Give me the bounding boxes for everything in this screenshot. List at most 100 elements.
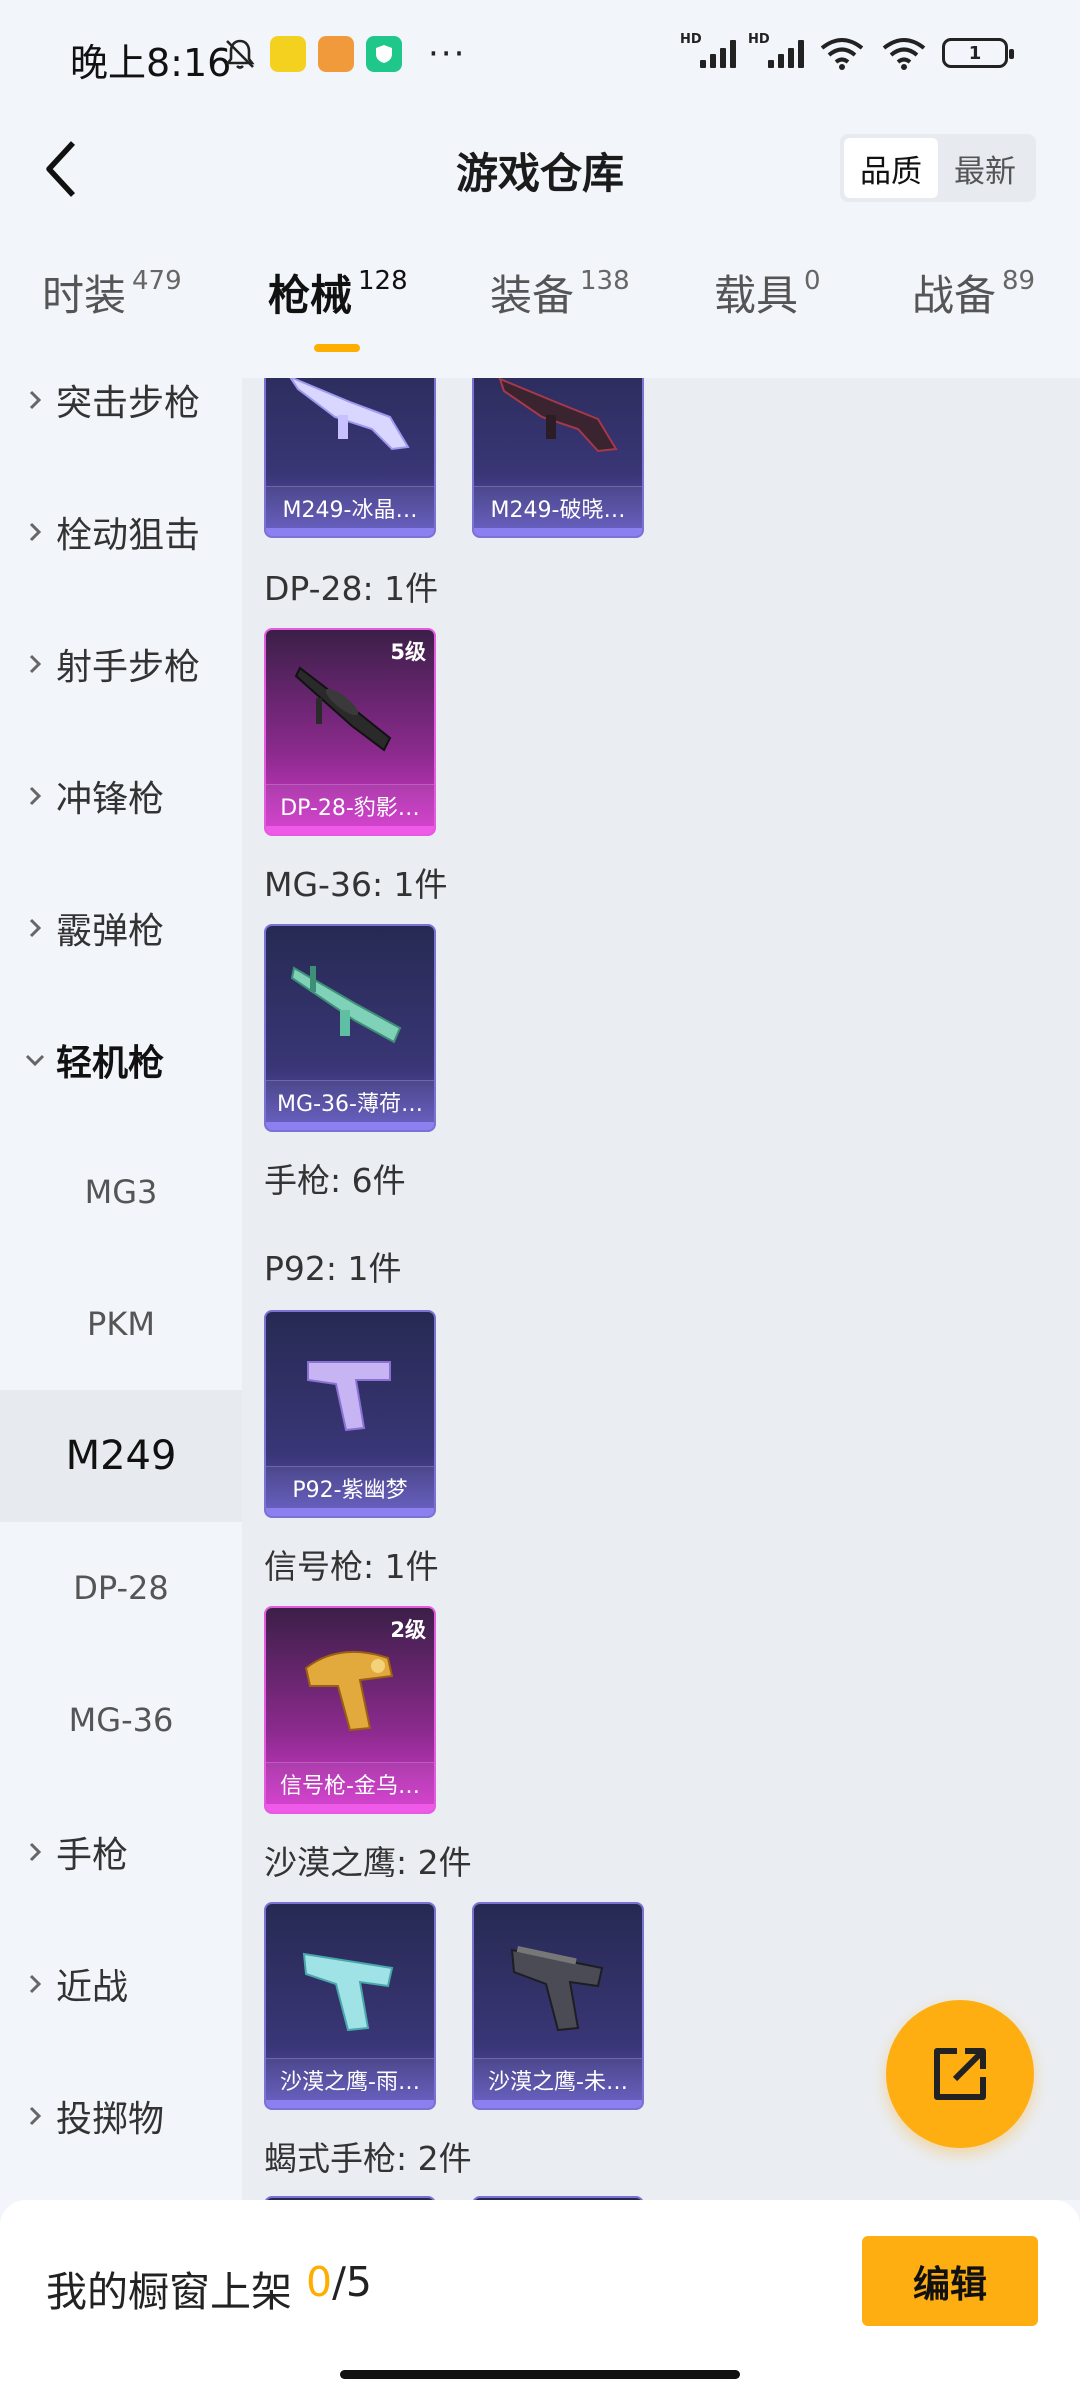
sidebar-item-label: 射手步枪 xyxy=(56,647,201,688)
sidebar-subitem-mg3[interactable]: MG3 xyxy=(0,1126,242,1258)
edit-button[interactable]: 编辑 xyxy=(862,2236,1038,2326)
section-title-pistol: 手枪: 6件 xyxy=(264,1161,406,1200)
chevron-right-icon xyxy=(20,917,50,939)
sidebar-item-label: 近战 xyxy=(56,1967,129,2008)
chevron-right-icon xyxy=(20,785,50,807)
status-icons-right: HD HD 1 xyxy=(680,32,1014,70)
item-card-name: MG-36-薄荷… xyxy=(266,1080,434,1122)
sidebar-subitem-pkm[interactable]: PKM xyxy=(0,1258,242,1390)
item-card-name: M249-冰晶… xyxy=(266,486,434,528)
section-title-p92: P92: 1件 xyxy=(264,1249,402,1288)
tab-label: 时装 xyxy=(42,271,127,320)
section-title-scorpion-pistol: 蝎式手枪: 2件 xyxy=(264,2139,472,2178)
tab-count: 138 xyxy=(580,266,630,296)
item-card-m249-ice[interactable]: M249-冰晶… xyxy=(264,378,436,538)
sidebar-item-label: 手枪 xyxy=(56,1835,129,1876)
sort-toggle: 品质 最新 xyxy=(840,134,1036,202)
item-card-desert-eagle-rain[interactable]: 沙漠之鹰-雨… xyxy=(264,1902,436,2110)
sidebar-subitem-dp28[interactable]: DP-28 xyxy=(0,1522,242,1654)
tab-vehicles[interactable]: 载具 0 xyxy=(714,262,821,362)
tab-label: 装备 xyxy=(490,271,575,320)
status-icons-left: ··· xyxy=(222,36,466,72)
sidebar-item-throwable[interactable]: 投掷物 xyxy=(0,2050,242,2182)
gun-image xyxy=(266,926,434,1086)
item-card-name: 沙漠之鹰-雨… xyxy=(266,2058,434,2100)
chevron-right-icon xyxy=(20,653,50,675)
sidebar-item-melee[interactable]: 近战 xyxy=(0,1918,242,2050)
chevron-down-icon xyxy=(20,1053,50,1067)
section-title-dp28: DP-28: 1件 xyxy=(264,569,439,608)
gun-image xyxy=(474,378,642,492)
sidebar-item-label: 投掷物 xyxy=(56,2099,165,2140)
sort-by-quality[interactable]: 品质 xyxy=(844,138,938,198)
item-card-name: DP-28-豹影… xyxy=(266,784,434,826)
sidebar-item-smg[interactable]: 冲锋枪 xyxy=(0,730,242,862)
section-title-mg36: MG-36: 1件 xyxy=(264,865,448,904)
item-grid: M249-冰晶… M249-破晓… DP-28: 1件 5级 DP-28-豹影…… xyxy=(242,378,1080,2200)
sidebar-item-pistol[interactable]: 手枪 xyxy=(0,1786,242,1918)
sidebar-item-bolt-sniper[interactable]: 栓动狙击 xyxy=(0,466,242,598)
rarity-strip xyxy=(266,528,434,536)
item-card-desert-eagle-future[interactable]: 沙漠之鹰-未… xyxy=(472,1902,644,2110)
header: 游戏仓库 品质 最新 xyxy=(0,118,1080,218)
chevron-right-icon xyxy=(20,2105,50,2127)
app-badge-icon xyxy=(318,36,354,72)
battery-icon: 1 xyxy=(942,38,1014,68)
tab-label: 战备 xyxy=(912,271,997,320)
rarity-strip xyxy=(266,1508,434,1516)
item-card-name: P92-紫幽梦 xyxy=(266,1466,434,1508)
chevron-right-icon xyxy=(20,389,50,411)
share-icon xyxy=(934,2048,986,2100)
wifi-icon xyxy=(882,38,926,70)
more-dots-icon: ··· xyxy=(428,34,467,74)
showcase-label: 我的橱窗上架 xyxy=(46,2268,292,2316)
sort-by-newest[interactable]: 最新 xyxy=(938,138,1032,198)
chevron-right-icon xyxy=(20,521,50,543)
item-card-flare-gun[interactable]: 2级 信号枪-金乌… xyxy=(264,1606,436,1814)
rarity-strip xyxy=(266,1804,434,1812)
weapon-category-sidebar: 突击步枪 栓动狙击 射手步枪 冲锋枪 霰弹枪 轻机枪 MG3 PKM M249 … xyxy=(0,378,242,2200)
sidebar-item-marksman-rifle[interactable]: 射手步枪 xyxy=(0,598,242,730)
app-badge-icon xyxy=(270,36,306,72)
item-card-p92[interactable]: P92-紫幽梦 xyxy=(264,1310,436,1518)
item-card-name: 信号枪-金乌… xyxy=(266,1762,434,1804)
tab-count: 0 xyxy=(804,266,821,296)
share-button[interactable] xyxy=(886,2000,1034,2148)
active-tab-indicator xyxy=(314,344,360,352)
item-card-name: M249-破晓… xyxy=(474,486,642,528)
gun-image xyxy=(266,1904,434,2064)
rarity-strip xyxy=(266,2100,434,2108)
showcase-status: 我的橱窗上架 0 /5 xyxy=(46,2258,372,2318)
tab-fashion[interactable]: 时装 479 xyxy=(42,262,182,362)
sidebar-item-lmg[interactable]: 轻机枪 xyxy=(0,994,242,1126)
rarity-strip xyxy=(474,2100,642,2108)
section-title-desert-eagle: 沙漠之鹰: 2件 xyxy=(264,1843,472,1882)
sidebar-item-assault-rifle[interactable]: 突击步枪 xyxy=(0,378,242,466)
tab-count: 89 xyxy=(1002,266,1036,296)
signal-icon: HD xyxy=(680,32,736,68)
item-card-name: 沙漠之鹰-未… xyxy=(474,2058,642,2100)
sidebar-item-label: 栓动狙击 xyxy=(56,515,201,556)
gun-image xyxy=(474,1904,642,2064)
battery-level: 1 xyxy=(968,42,982,64)
bell-off-icon xyxy=(225,39,255,69)
item-card-mg36[interactable]: MG-36-薄荷… xyxy=(264,924,436,1132)
sidebar-subitem-mg36[interactable]: MG-36 xyxy=(0,1654,242,1786)
tab-supplies[interactable]: 战备 89 xyxy=(912,262,1035,362)
gun-image xyxy=(266,1608,434,1768)
chevron-right-icon xyxy=(20,1841,50,1863)
sidebar-item-label: 霰弹枪 xyxy=(56,911,165,952)
item-card-m249-dawn[interactable]: M249-破晓… xyxy=(472,378,644,538)
home-indicator[interactable] xyxy=(340,2370,740,2379)
sidebar-item-shotgun[interactable]: 霰弹枪 xyxy=(0,862,242,994)
sidebar-item-label: 轻机枪 xyxy=(56,1043,165,1084)
tab-count: 128 xyxy=(358,266,408,296)
showcase-current-count: 0 xyxy=(306,2258,333,2306)
bottom-bar: 我的橱窗上架 0 /5 编辑 xyxy=(0,2200,1080,2400)
section-title-flare-gun: 信号枪: 1件 xyxy=(264,1547,439,1586)
chevron-right-icon xyxy=(20,1973,50,1995)
status-time: 晚上8:16 xyxy=(70,41,232,85)
item-card-dp28[interactable]: 5级 DP-28-豹影… xyxy=(264,628,436,836)
tab-equipment[interactable]: 装备 138 xyxy=(490,262,630,362)
sidebar-subitem-m249[interactable]: M249 xyxy=(0,1390,242,1522)
